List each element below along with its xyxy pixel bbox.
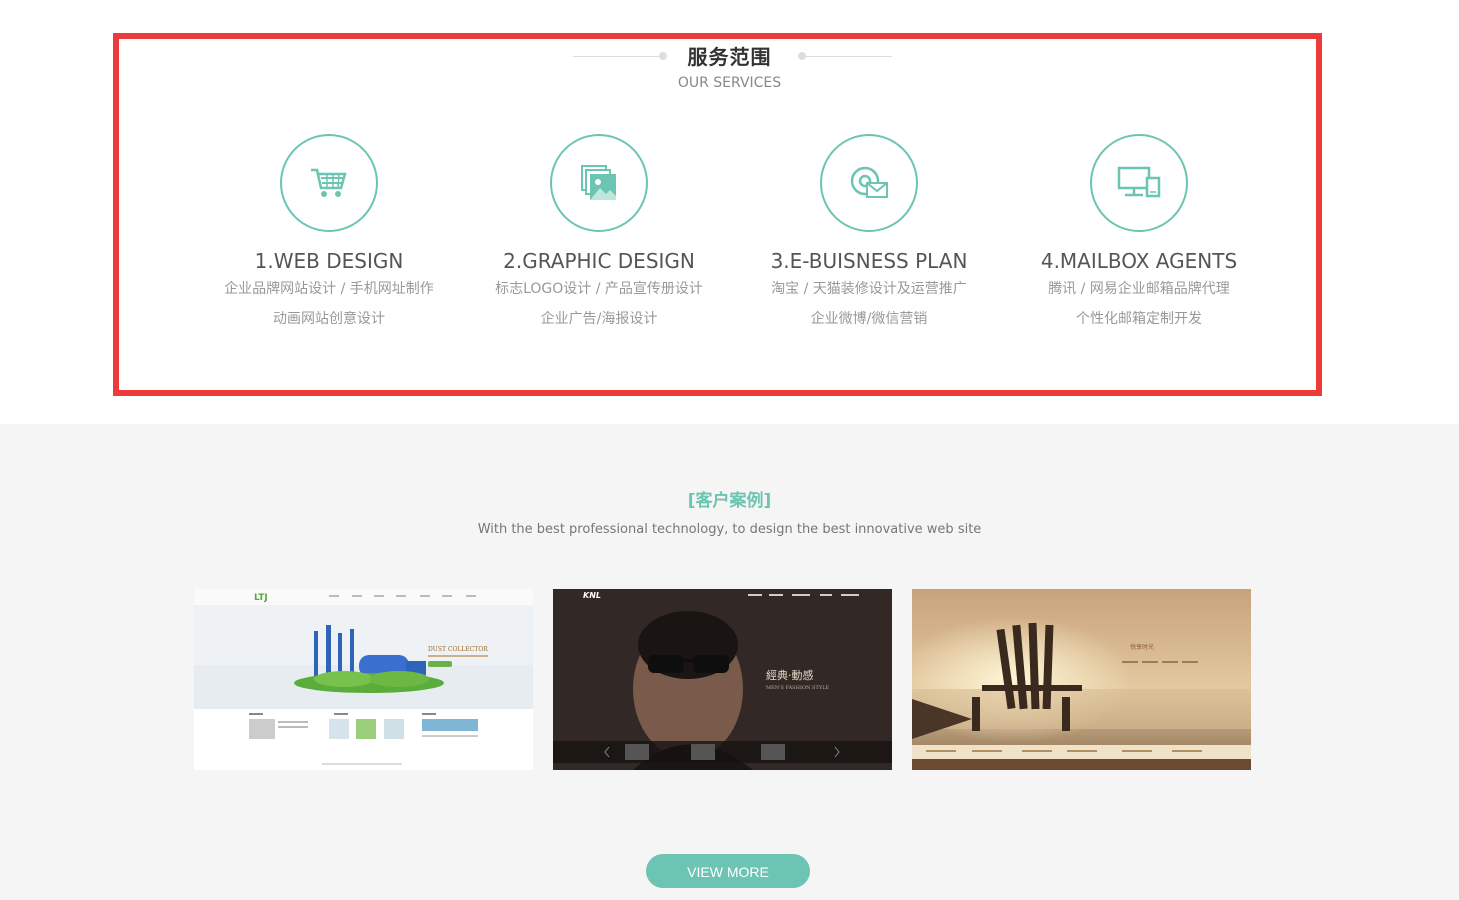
selection-highlight-box bbox=[113, 33, 1322, 396]
case-headline: 經典·動感 bbox=[766, 668, 814, 682]
cases-subtitle: With the best professional technology, t… bbox=[477, 522, 982, 537]
case-thumbnail-fashion[interactable]: KNL 經典·動感 MEN'S FASHION STYLE bbox=[553, 589, 892, 770]
cases-section: [客户案例] With the best professional techno… bbox=[0, 424, 1459, 900]
case-preview-image: 悦享时光 bbox=[912, 589, 1251, 770]
services-section: 服务范围 OUR SERVICES 1.WEB DESIGN 企业品牌网站设计 … bbox=[0, 0, 1459, 424]
case-headline: DUST COLLECTOR bbox=[428, 646, 488, 653]
view-more-button[interactable]: VIEW MORE bbox=[646, 854, 810, 888]
case-logo-text: LTJ bbox=[254, 593, 268, 603]
case-headline: 悦享时光 bbox=[1130, 643, 1154, 651]
case-preview-image: KNL 經典·動感 MEN'S FASHION STYLE bbox=[553, 589, 892, 770]
cases-title: [客户案例] bbox=[687, 491, 772, 511]
case-thumbnail-industrial[interactable]: LTJ DUST COLLECTOR bbox=[194, 589, 533, 770]
case-thumbnail-lakeside[interactable]: 悦享时光 bbox=[912, 589, 1251, 770]
case-subline: MEN'S FASHION STYLE bbox=[766, 685, 829, 691]
case-preview-image: LTJ DUST COLLECTOR bbox=[194, 589, 533, 770]
case-logo-text: KNL bbox=[583, 591, 601, 600]
